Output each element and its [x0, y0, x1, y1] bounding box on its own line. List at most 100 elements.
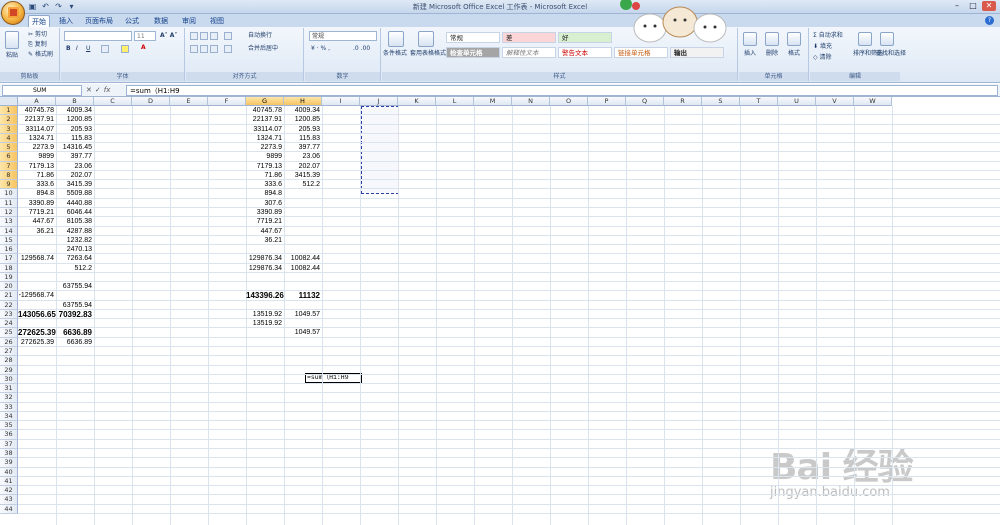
close-icon[interactable]: ✕ — [982, 1, 996, 11]
merge-center-button[interactable]: 合并后居中 — [248, 45, 278, 53]
column-header-A[interactable]: A — [18, 97, 56, 106]
row-header-40[interactable]: 40 — [0, 467, 18, 477]
format-cells-icon[interactable] — [787, 32, 801, 46]
row-header-24[interactable]: 24 — [0, 319, 18, 329]
delete-cells-icon[interactable] — [765, 32, 779, 46]
row-header-5[interactable]: 5 — [0, 143, 18, 153]
table-format-button[interactable]: 套用表格格式 — [410, 50, 446, 58]
delete-cells-button[interactable]: 删除 — [766, 50, 778, 58]
tab-insert[interactable]: 插入 — [55, 15, 77, 27]
grow-font-icon[interactable]: A˄ A˅ — [160, 32, 177, 40]
style-linked-cell[interactable]: 链接单元格 — [614, 47, 668, 58]
cell-B12[interactable]: 6046.44 — [56, 208, 94, 217]
cell-H7[interactable]: 202.07 — [284, 162, 322, 171]
row-header-29[interactable]: 29 — [0, 365, 18, 375]
column-header-U[interactable]: U — [778, 97, 816, 106]
cell-G18[interactable]: 129876.34 — [246, 264, 284, 273]
column-header-W[interactable]: W — [854, 97, 892, 106]
paste-button[interactable]: 粘贴 — [6, 52, 18, 60]
tab-review[interactable]: 审阅 — [178, 15, 200, 27]
column-header-B[interactable]: B — [56, 97, 94, 106]
cell-A7[interactable]: 7179.13 — [18, 162, 56, 171]
insert-cells-icon[interactable] — [743, 32, 757, 46]
cell-A21[interactable]: -129568.74 — [18, 291, 56, 300]
row-header-21[interactable]: 21 — [0, 291, 18, 301]
align-middle-icon[interactable] — [200, 32, 208, 40]
row-header-17[interactable]: 17 — [0, 254, 18, 264]
row-header-44[interactable]: 44 — [0, 504, 18, 514]
row-header-14[interactable]: 14 — [0, 226, 18, 236]
clear-button[interactable]: ◇ 清除 — [813, 54, 832, 62]
find-select-icon[interactable] — [880, 32, 894, 46]
row-header-39[interactable]: 39 — [0, 458, 18, 468]
column-header-H[interactable]: H — [284, 97, 322, 106]
cell-G11[interactable]: 307.6 — [246, 199, 284, 208]
cell-B16[interactable]: 2470.13 — [56, 245, 94, 254]
cell-B9[interactable]: 3415.39 — [56, 180, 94, 189]
row-header-4[interactable]: 4 — [0, 133, 18, 144]
cell-B22[interactable]: 63755.94 — [56, 301, 94, 310]
column-header-J[interactable]: J — [360, 97, 398, 106]
column-header-N[interactable]: N — [512, 97, 550, 106]
orientation-icon[interactable] — [224, 32, 232, 40]
cut-button[interactable]: ✂ 剪切 — [28, 31, 47, 39]
cell-B1[interactable]: 4009.34 — [56, 106, 94, 115]
format-painter-button[interactable]: ✎ 格式刷 — [28, 51, 53, 59]
tab-view[interactable]: 视图 — [206, 15, 228, 27]
row-header-30[interactable]: 30 — [0, 374, 18, 385]
row-header-13[interactable]: 13 — [0, 217, 18, 227]
row-header-19[interactable]: 19 — [0, 272, 18, 283]
cell-A5[interactable]: 2273.9 — [18, 143, 56, 152]
conditional-format-icon[interactable] — [388, 31, 404, 47]
column-header-E[interactable]: E — [170, 97, 208, 106]
cell-G3[interactable]: 33114.07 — [246, 125, 284, 134]
insert-cells-button[interactable]: 插入 — [744, 50, 756, 58]
cell-B20[interactable]: 63755.94 — [56, 282, 94, 291]
tab-data[interactable]: 数据 — [150, 15, 172, 27]
sort-filter-icon[interactable] — [858, 32, 872, 46]
column-header-P[interactable]: P — [588, 97, 626, 106]
border-icon[interactable] — [101, 45, 109, 53]
cell-A4[interactable]: 1324.71 — [18, 134, 56, 143]
cell-B13[interactable]: 8105.38 — [56, 217, 94, 226]
fill-color-icon[interactable] — [121, 45, 129, 53]
cell-B8[interactable]: 202.07 — [56, 171, 94, 180]
column-header-F[interactable]: F — [208, 97, 246, 106]
column-header-R[interactable]: R — [664, 97, 702, 106]
row-header-23[interactable]: 23 — [0, 309, 18, 320]
column-header-L[interactable]: L — [436, 97, 474, 106]
cell-A11[interactable]: 3390.89 — [18, 199, 56, 208]
style-output[interactable]: 输出 — [670, 47, 724, 58]
align-center-icon[interactable] — [200, 45, 208, 53]
row-header-3[interactable]: 3 — [0, 124, 18, 134]
help-icon[interactable]: ? — [985, 16, 994, 25]
cell-H3[interactable]: 205.93 — [284, 125, 322, 134]
cell-B17[interactable]: 7263.64 — [56, 254, 94, 263]
cancel-icon[interactable]: ✕ — [86, 85, 92, 96]
cell-H6[interactable]: 23.06 — [284, 152, 322, 161]
row-header-16[interactable]: 16 — [0, 245, 18, 255]
row-header-11[interactable]: 11 — [0, 198, 18, 208]
cell-B5[interactable]: 14316.45 — [56, 143, 94, 152]
table-format-icon[interactable] — [418, 31, 434, 47]
cell-G7[interactable]: 7179.13 — [246, 162, 284, 171]
decimal-icon[interactable]: .0 .00 — [353, 45, 370, 53]
indent-icon[interactable] — [224, 45, 232, 53]
cell-B2[interactable]: 1200.85 — [56, 115, 94, 124]
row-header-42[interactable]: 42 — [0, 486, 18, 496]
cell-A13[interactable]: 447.67 — [18, 217, 56, 226]
cell-B6[interactable]: 397.77 — [56, 152, 94, 161]
conditional-format-button[interactable]: 条件格式 — [383, 50, 407, 58]
cell-G17[interactable]: 129876.34 — [246, 254, 284, 263]
align-bottom-icon[interactable] — [210, 32, 218, 40]
row-header-15[interactable]: 15 — [0, 235, 18, 246]
formula-input[interactable]: =sum（H1:H9 — [126, 85, 998, 96]
row-header-36[interactable]: 36 — [0, 430, 18, 440]
name-box[interactable]: SUM — [2, 85, 82, 96]
cell-B4[interactable]: 115.83 — [56, 134, 94, 143]
column-header-O[interactable]: O — [550, 97, 588, 106]
tab-formulas[interactable]: 公式 — [121, 15, 143, 27]
cell-G4[interactable]: 1324.71 — [246, 134, 284, 143]
cell-G8[interactable]: 71.86 — [246, 171, 284, 180]
cell-G6[interactable]: 9899 — [246, 152, 284, 161]
